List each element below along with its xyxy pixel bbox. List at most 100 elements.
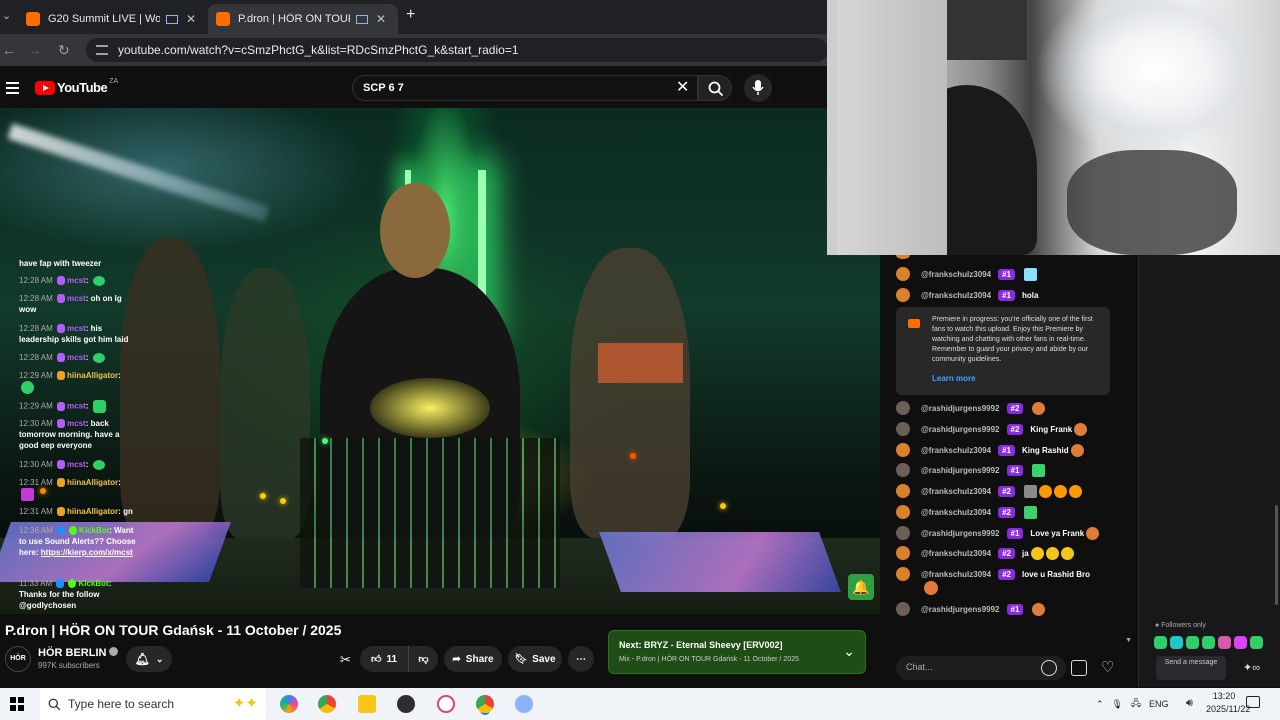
emoji-icon: [1060, 546, 1074, 560]
emoji-picker-icon[interactable]: [1041, 660, 1057, 676]
like-button[interactable]: 👍︎ 11: [360, 646, 408, 672]
sound-alerts-link[interactable]: https://kierp.com/x/mcst: [41, 548, 133, 557]
chat-username[interactable]: @frankschulz3094: [921, 508, 991, 517]
kick-username[interactable]: mcst: [67, 460, 86, 469]
emoji-icon: [1023, 505, 1037, 519]
scroll-down-icon[interactable]: ▼: [1125, 637, 1132, 644]
chat-text: Love ya Frank: [1030, 528, 1085, 538]
rank-badge: #1: [1006, 464, 1024, 476]
kick-username[interactable]: mcst: [67, 294, 86, 303]
kick-scrollbar[interactable]: [1275, 505, 1278, 605]
clear-search-icon[interactable]: ✕: [676, 77, 689, 97]
volume-icon[interactable]: 🔊︎: [1186, 697, 1193, 710]
chat-username[interactable]: @frankschulz3094: [921, 291, 991, 300]
channel-name[interactable]: HÖR BERLIN: [38, 647, 119, 659]
dislike-button[interactable]: 👎︎: [408, 646, 438, 672]
kick-username[interactable]: mcst: [67, 419, 86, 428]
tab-g20-summit[interactable]: G20 Summit LIVE | World Le ✕: [18, 4, 208, 34]
emote-icon[interactable]: [1202, 636, 1215, 649]
url-field[interactable]: youtube.com/watch?v=cSmzPhctG_k&list=RDc…: [86, 38, 828, 62]
kick-username[interactable]: hiinaAlligator: [67, 371, 118, 380]
emote-icon[interactable]: [1250, 636, 1263, 649]
chat-username[interactable]: @frankschulz3094: [921, 570, 991, 579]
kick-message: 12:29 AM mcst:: [19, 400, 139, 413]
network-icon[interactable]: 🖧︎: [1131, 696, 1141, 712]
deck-led: [720, 503, 726, 509]
chat-username[interactable]: @frankschulz3094: [921, 270, 991, 279]
kick-username[interactable]: mcst: [67, 276, 86, 285]
reload-icon[interactable]: ↻: [58, 42, 70, 59]
kick-message: 12:31 AM hiinaAlligator:: [19, 477, 139, 501]
snipping-tool-icon[interactable]: [437, 695, 455, 713]
youtube-logo[interactable]: YouTube ZA: [35, 78, 118, 95]
badge-icon: [57, 478, 66, 488]
close-tab-icon[interactable]: ✕: [376, 12, 386, 26]
kick-username[interactable]: hiinaAlligator: [67, 478, 118, 487]
emote-icon[interactable]: [1170, 636, 1183, 649]
emoji-icon: [1086, 526, 1100, 540]
language-indicator[interactable]: ENG: [1149, 699, 1169, 709]
emote-picker-icon[interactable]: ✦∞: [1243, 661, 1260, 674]
obs-icon[interactable]: [397, 695, 415, 713]
media-playing-icon: [166, 14, 178, 24]
app-icon[interactable]: [515, 695, 533, 713]
chat-username[interactable]: @frankschulz3094: [921, 549, 991, 558]
voice-search-button[interactable]: [744, 74, 772, 102]
chat-username[interactable]: @frankschulz3094: [921, 487, 991, 496]
chat-username[interactable]: @rashidjurgens9992: [921, 425, 1000, 434]
file-explorer-icon[interactable]: [358, 695, 376, 713]
site-info-icon[interactable]: [96, 45, 108, 55]
hamburger-menu-icon[interactable]: [6, 82, 19, 97]
notifications-bell-button[interactable]: 🔔︎ ⌄: [126, 646, 172, 672]
forward-icon[interactable]: →: [28, 42, 42, 58]
tab-search-icon[interactable]: ⌄: [2, 9, 11, 22]
kick-username[interactable]: mcst: [67, 324, 86, 333]
super-chat-icon[interactable]: [1071, 660, 1087, 676]
alert-bell-icon[interactable]: 🔔: [848, 574, 874, 600]
microphone-icon[interactable]: 🎙︎: [1112, 699, 1123, 710]
emote-icon[interactable]: [1234, 636, 1247, 649]
chrome-active-icon[interactable]: [476, 695, 494, 713]
followers-only-text: Followers only: [1161, 622, 1206, 629]
emote-icon[interactable]: [1186, 636, 1199, 649]
clip-icon[interactable]: ✂: [340, 652, 351, 668]
heart-icon[interactable]: ♡: [1101, 658, 1114, 676]
chat-message: @frankschulz3094 #1 King Rashid: [896, 443, 1084, 457]
kick-username[interactable]: hiinaAlligator: [67, 507, 118, 516]
up-next-card[interactable]: Next: BRYZ - Eternal Sheevy [ERV002] Mix…: [608, 630, 866, 674]
browser-tab-bar: ⌄ G20 Summit LIVE | World Le ✕ P.dron | …: [0, 0, 828, 34]
chat-username[interactable]: @frankschulz3094: [921, 446, 991, 455]
notifications-icon[interactable]: [1246, 696, 1260, 708]
chat-username[interactable]: @rashidjurgens9992: [921, 404, 1000, 413]
emote-icon[interactable]: [1218, 636, 1231, 649]
kick-username[interactable]: KickBot: [78, 579, 108, 588]
emote-icon[interactable]: [1154, 636, 1167, 649]
close-tab-icon[interactable]: ✕: [186, 12, 196, 26]
crowd-top: [598, 343, 683, 383]
taskbar-search-input[interactable]: Type here to search ✦✦: [40, 688, 266, 720]
chevron-up-icon[interactable]: ⌃: [1096, 699, 1104, 710]
chat-username[interactable]: @rashidjurgens9992: [921, 529, 1000, 538]
chat-username[interactable]: @rashidjurgens9992: [921, 466, 1000, 475]
search-button[interactable]: [698, 75, 732, 101]
kick-username[interactable]: mcst: [67, 402, 86, 411]
taskbar-clock[interactable]: 13:20 2025/11/22: [1206, 690, 1251, 716]
windows-start-icon[interactable]: [10, 697, 24, 711]
back-icon[interactable]: ←: [2, 42, 16, 58]
chrome-icon[interactable]: [318, 695, 336, 713]
tab-pdron[interactable]: P.dron | HÖR ON TOUR Gda ✕: [208, 4, 398, 34]
more-actions-button[interactable]: ⋯: [568, 646, 594, 672]
chevron-down-icon[interactable]: ⌄: [843, 643, 855, 660]
new-tab-button[interactable]: +: [406, 6, 415, 24]
kick-username[interactable]: mcst: [67, 353, 86, 362]
channel-avatar[interactable]: HÖR: [5, 646, 31, 672]
kick-username[interactable]: KickBot: [79, 526, 109, 535]
clock-date: 2025/11/22: [1206, 704, 1251, 714]
search-input[interactable]: SCP 6 7: [352, 75, 698, 101]
kick-chat-input[interactable]: Send a message: [1156, 656, 1226, 680]
chat-username[interactable]: @rashidjurgens9992: [921, 605, 1000, 614]
share-button[interactable]: ➦ Share: [444, 646, 502, 672]
save-button[interactable]: 🔖︎ Save: [508, 646, 562, 672]
learn-more-link[interactable]: Learn more: [932, 374, 976, 383]
copilot-icon[interactable]: [280, 695, 298, 713]
